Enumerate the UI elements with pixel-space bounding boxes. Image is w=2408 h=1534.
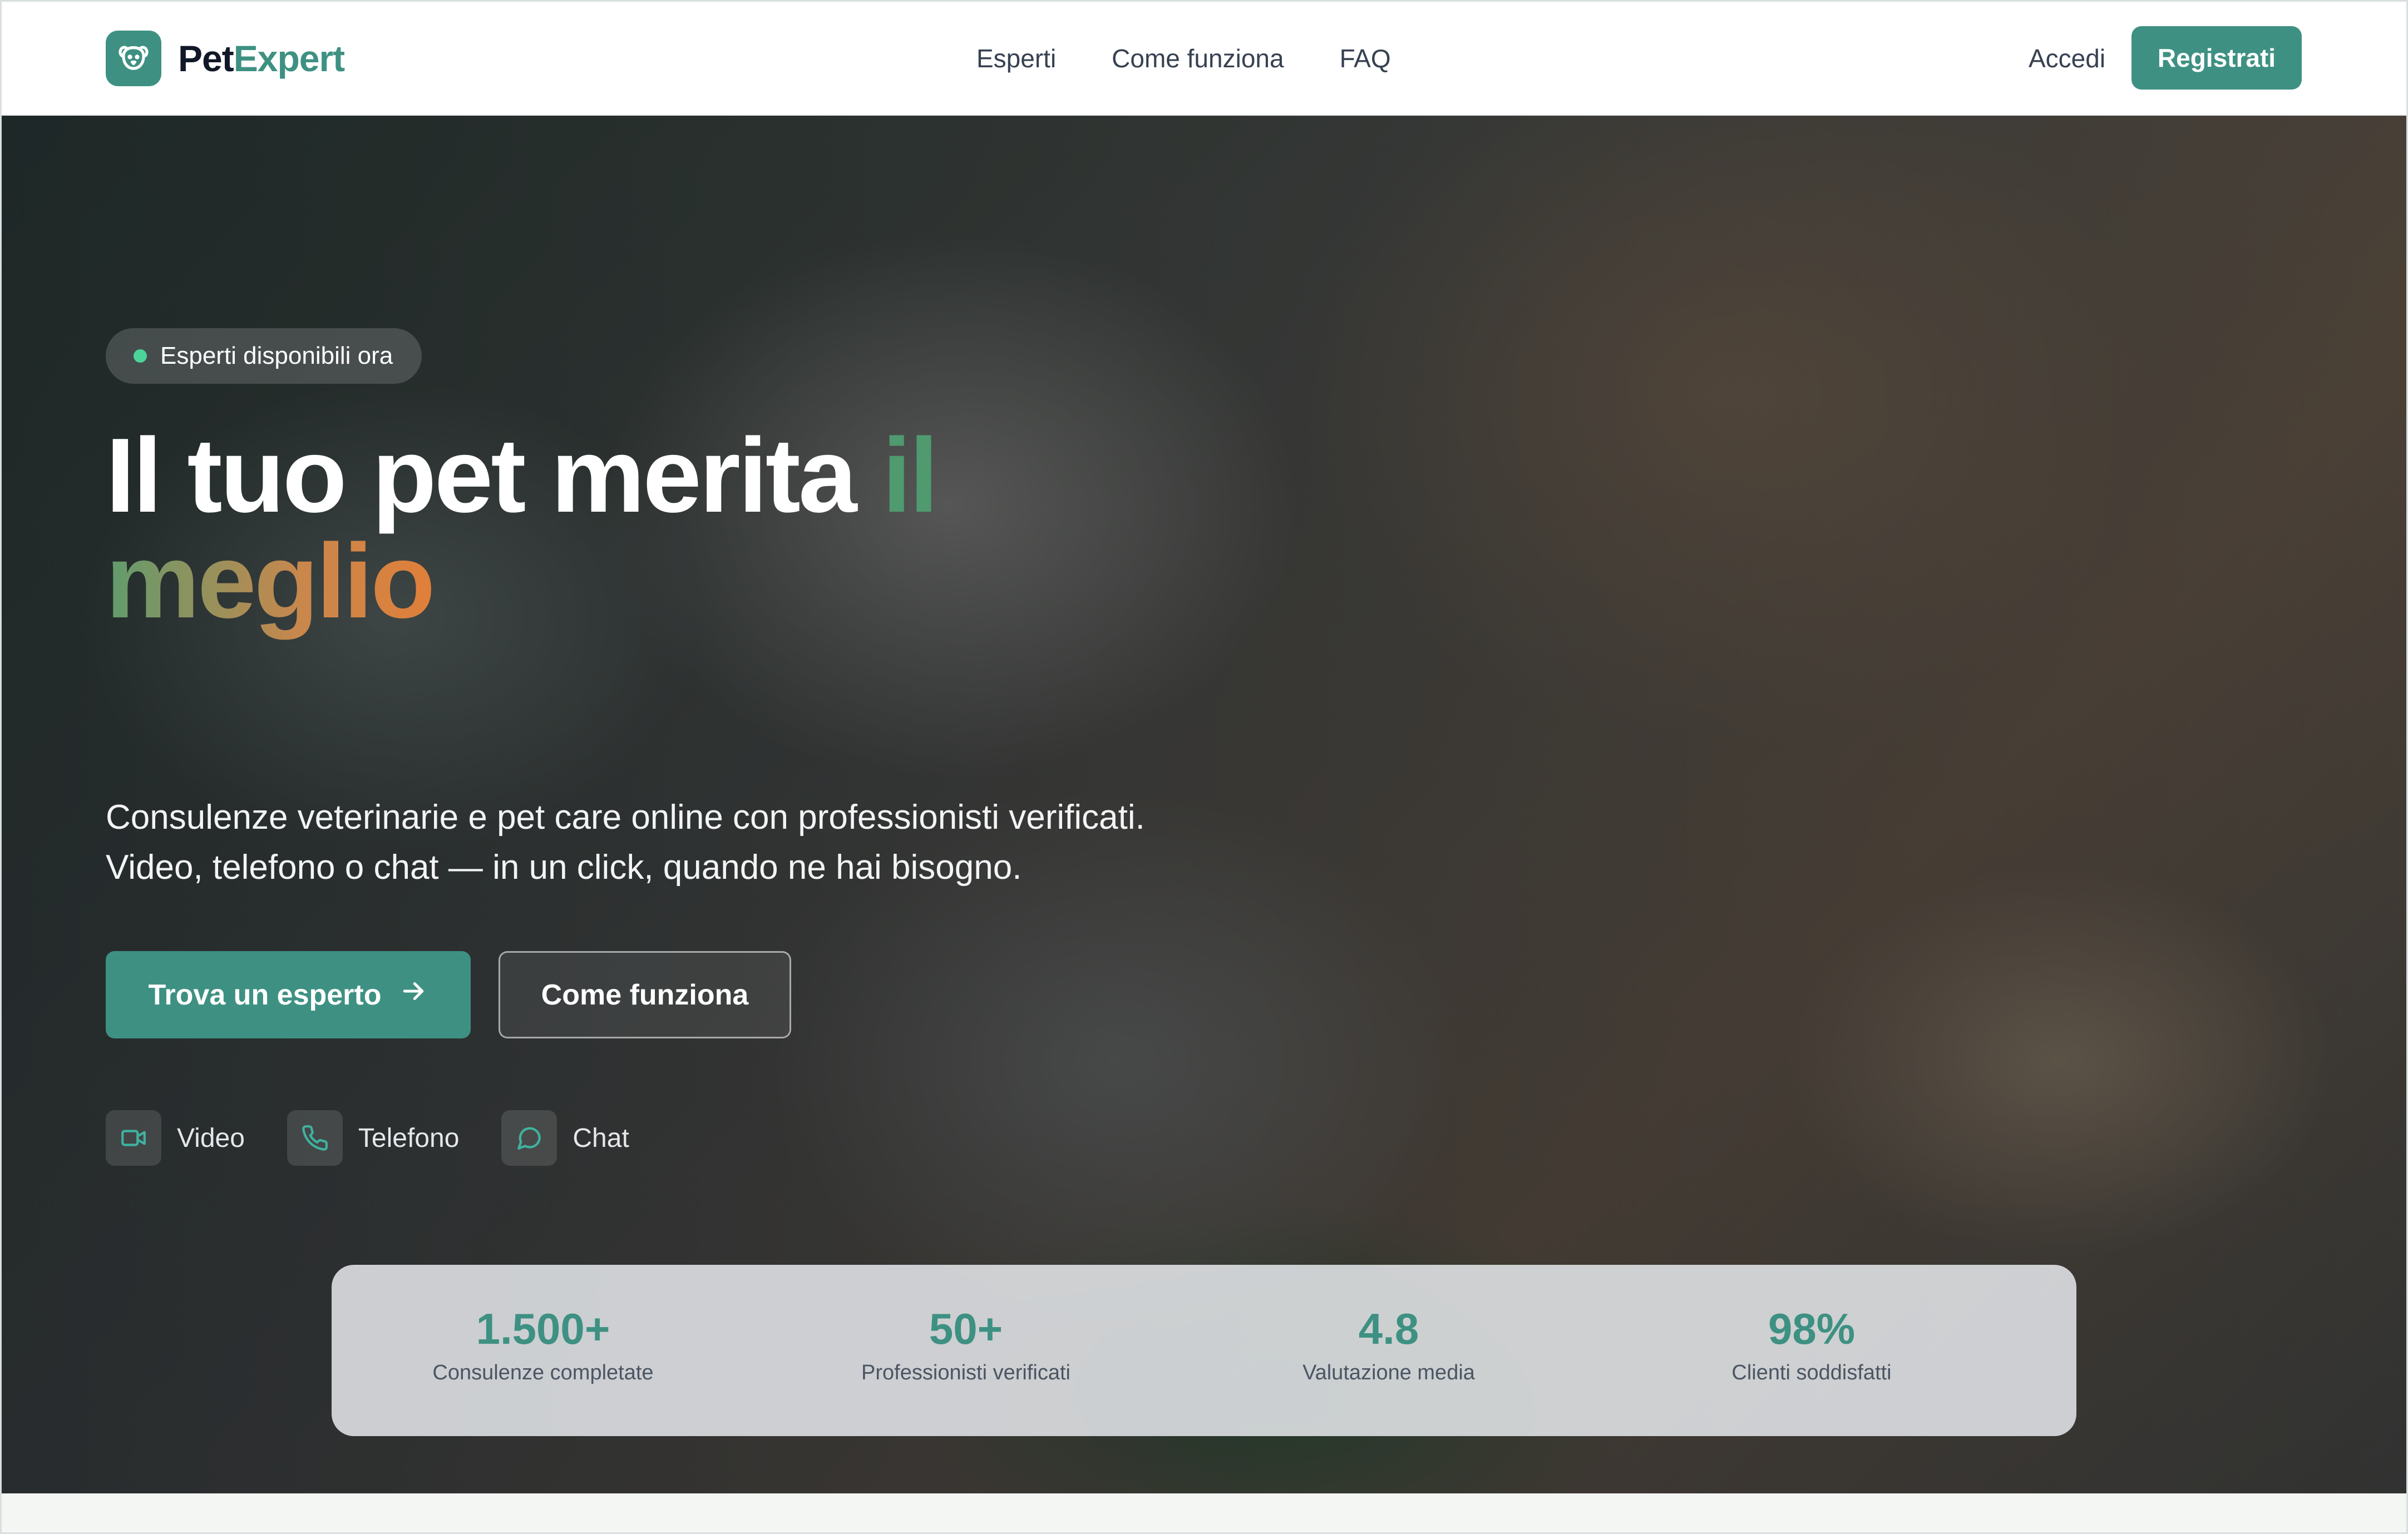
window-frame <box>0 0 2408 1534</box>
